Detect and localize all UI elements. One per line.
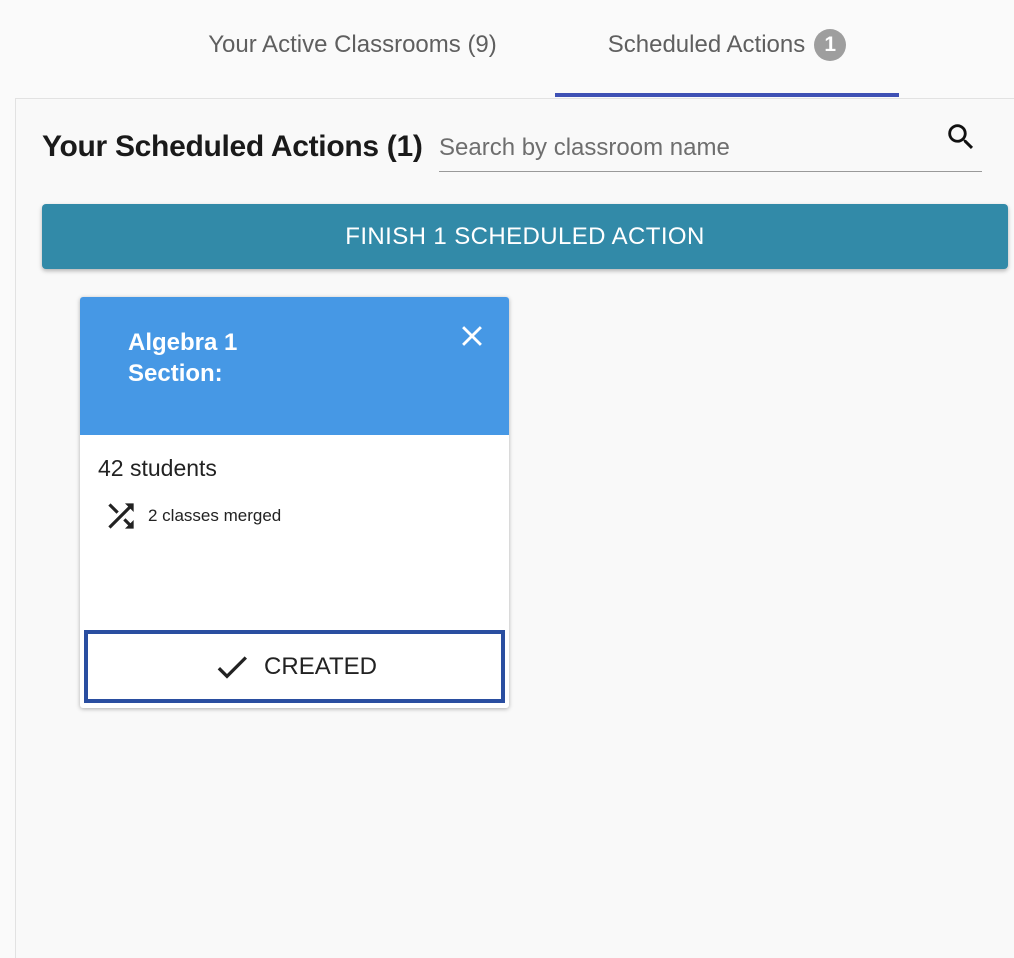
card-title-section: Section: xyxy=(128,360,223,387)
scheduled-classroom-card: Algebra 1 Section: 42 students 2 classes… xyxy=(80,297,509,708)
card-title: Algebra 1 Section: xyxy=(128,327,237,389)
created-status-button[interactable]: CREATED xyxy=(84,630,505,703)
active-tab-indicator xyxy=(555,93,899,97)
tab-scheduled-actions[interactable]: Scheduled Actions 1 xyxy=(555,0,899,98)
count-badge: 1 xyxy=(814,29,847,61)
merge-info-text: 2 classes merged xyxy=(148,506,282,525)
check-icon xyxy=(217,655,248,679)
finish-scheduled-actions-button[interactable]: FINISH 1 SCHEDULED ACTION xyxy=(42,204,1008,269)
merge-info-row: 2 classes merged xyxy=(102,497,281,535)
card-header: Algebra 1 Section: xyxy=(80,297,509,435)
tab-active-classrooms-label: Your Active Classrooms (9) xyxy=(208,31,497,58)
tab-bar: Your Active Classrooms (9) Scheduled Act… xyxy=(0,0,1014,98)
shuffle-icon xyxy=(108,503,134,529)
search-icon[interactable] xyxy=(944,120,978,154)
search-input[interactable] xyxy=(439,128,929,168)
student-count: 42 students xyxy=(98,455,217,481)
card-title-course: Algebra 1 xyxy=(128,329,238,356)
close-icon[interactable] xyxy=(455,319,489,353)
tab-scheduled-actions-label: Scheduled Actions xyxy=(607,31,806,58)
search-field xyxy=(439,120,982,172)
created-status-label: CREATED xyxy=(264,652,377,680)
page-title: Your Scheduled Actions (1) xyxy=(42,130,423,163)
tab-active-classrooms[interactable]: Your Active Classrooms (9) xyxy=(150,0,555,98)
